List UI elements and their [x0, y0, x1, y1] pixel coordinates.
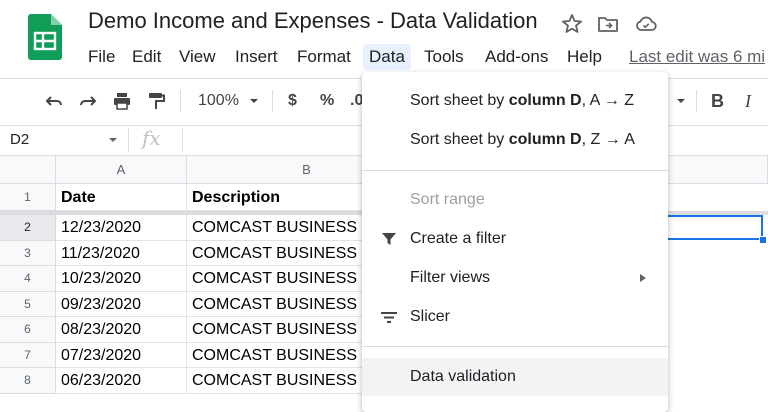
menu-separator: [362, 346, 668, 347]
cell-date[interactable]: 06/23/2020: [56, 368, 187, 394]
percent-format-button[interactable]: %: [320, 90, 334, 112]
menu-item-slicer[interactable]: Slicer: [362, 298, 668, 336]
zoom-chevron-down-icon[interactable]: [248, 96, 260, 106]
row-header[interactable]: 5: [0, 291, 56, 317]
menu-add-ons[interactable]: Add-ons: [479, 44, 554, 70]
menu-format[interactable]: Format: [291, 44, 357, 70]
select-all-corner[interactable]: [0, 156, 56, 184]
menu-item-create-filter[interactable]: Create a filter: [362, 220, 668, 258]
cell-date[interactable]: 12/23/2020: [56, 215, 187, 241]
zoom-select[interactable]: 100%: [198, 90, 239, 112]
filter-icon: [382, 233, 396, 245]
menu-item-filter-views[interactable]: Filter views: [362, 259, 668, 297]
toolbar-divider: [180, 90, 181, 112]
paint-format-icon[interactable]: [144, 89, 168, 113]
menu-item-sort-z-a[interactable]: Sort sheet by column D, Z → A: [362, 121, 668, 159]
bold-button[interactable]: B: [711, 90, 724, 112]
row-header[interactable]: 8: [0, 368, 56, 394]
menu-view[interactable]: View: [173, 44, 222, 70]
column-header-a[interactable]: A: [56, 156, 187, 184]
cell-date[interactable]: 11/23/2020: [56, 240, 187, 266]
font-size-chevron-down-icon[interactable]: [675, 96, 687, 106]
data-menu-dropdown: Sort sheet by column D, A → Z Sort sheet…: [362, 72, 668, 412]
submenu-arrow-icon: [640, 274, 646, 282]
row-header[interactable]: 1: [0, 184, 56, 211]
row-header[interactable]: 4: [0, 266, 56, 292]
cell-date[interactable]: 07/23/2020: [56, 342, 187, 368]
print-icon[interactable]: [110, 89, 134, 113]
currency-format-button[interactable]: $: [288, 90, 297, 112]
toolbar-divider: [272, 90, 273, 112]
formula-bar-divider: [182, 128, 183, 152]
slicer-icon: [381, 312, 397, 323]
move-to-folder-icon[interactable]: [596, 12, 620, 36]
cell-date[interactable]: 10/23/2020: [56, 266, 187, 292]
menu-item-sort-range: Sort range: [410, 191, 485, 208]
star-icon[interactable]: [560, 12, 584, 36]
menu-item-sort-a-z[interactable]: Sort sheet by column D, A → Z: [362, 82, 668, 120]
menu-item-data-validation[interactable]: Data validation: [362, 358, 668, 396]
toolbar-divider: [696, 90, 697, 112]
redo-icon[interactable]: [76, 89, 100, 113]
menu-edit[interactable]: Edit: [126, 44, 167, 70]
cell-a1[interactable]: Date: [56, 184, 187, 211]
cell-date[interactable]: 09/23/2020: [56, 291, 187, 317]
last-edit-link[interactable]: Last edit was 6 mi: [629, 44, 765, 70]
row-header[interactable]: 6: [0, 317, 56, 343]
sheets-logo-icon[interactable]: [28, 14, 62, 60]
row-header[interactable]: 2: [0, 215, 56, 241]
fill-handle[interactable]: [759, 236, 767, 244]
namebox-chevron-down-icon[interactable]: [108, 136, 118, 144]
undo-icon[interactable]: [42, 89, 66, 113]
name-box[interactable]: D2: [10, 131, 29, 148]
cell-date[interactable]: 08/23/2020: [56, 317, 187, 343]
menu-data[interactable]: Data: [363, 44, 411, 70]
row-header[interactable]: 7: [0, 342, 56, 368]
menu-file[interactable]: File: [82, 44, 121, 70]
cloud-saved-icon[interactable]: [634, 12, 658, 36]
menu-tools[interactable]: Tools: [418, 44, 470, 70]
fx-icon: fx: [142, 126, 161, 150]
document-title[interactable]: Demo Income and Expenses - Data Validati…: [88, 8, 538, 34]
menu-separator: [362, 170, 668, 171]
menu-help[interactable]: Help: [561, 44, 608, 70]
formula-bar-divider: [128, 128, 129, 152]
menu-insert[interactable]: Insert: [229, 44, 284, 70]
row-header[interactable]: 3: [0, 240, 56, 266]
italic-button[interactable]: I: [745, 90, 751, 112]
selected-cell-d2[interactable]: [668, 215, 763, 240]
